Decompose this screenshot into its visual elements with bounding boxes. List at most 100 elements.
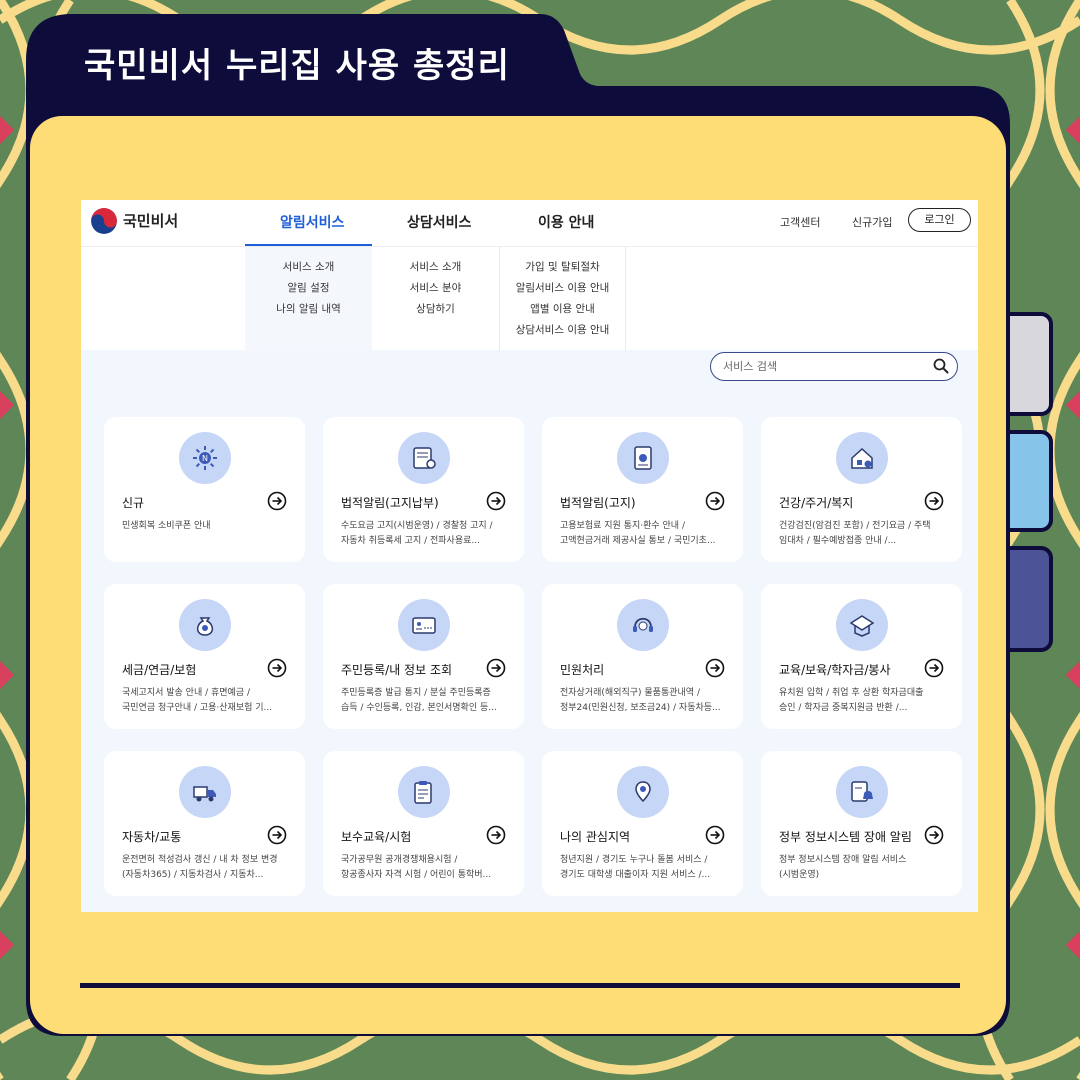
card-description-line: 고용보험료 지원 통지·환수 안내 / bbox=[560, 521, 685, 531]
arrow-right-circle-icon[interactable] bbox=[486, 825, 506, 845]
service-card[interactable]: 건강/주거/복지건강검진(암검진 포함) / 전기요금 / 주택임대차 / 필수… bbox=[761, 417, 962, 562]
arrow-right-circle-icon[interactable] bbox=[486, 491, 506, 511]
nav-alarm-service[interactable]: 알림서비스 bbox=[280, 212, 344, 232]
card-title: 자동차/교통 bbox=[122, 830, 182, 844]
nav-usage-guide[interactable]: 이용 안내 bbox=[538, 212, 594, 232]
card-title: 보수교육/시험 bbox=[341, 830, 412, 844]
bill-pay-icon bbox=[398, 432, 450, 484]
card-description: 국가공무원 공개경쟁채용시험 / 항공종사자 자격 시험 / 어린이 통학버... bbox=[341, 853, 511, 883]
logo-text[interactable]: 국민비서 bbox=[123, 210, 178, 231]
id-card-icon bbox=[398, 599, 450, 651]
service-card[interactable]: 세금/연금/보험국세고지서 발송 안내 / 휴면예금 / 국민연금 청구안내 / … bbox=[104, 584, 305, 729]
card-title: 민원처리 bbox=[560, 663, 605, 677]
page-title: 국민비서 누리집 사용 총정리 bbox=[84, 46, 510, 86]
top-nav: 국민비서 알림서비스 상담서비스 이용 안내 고객센터 신규가입 로그인 bbox=[81, 200, 978, 247]
card-title: 건강/주거/복지 bbox=[779, 496, 854, 510]
truck-icon bbox=[179, 766, 231, 818]
card-description-line: 국민연금 청구안내 / 고용·산재보험 기... bbox=[122, 703, 273, 713]
card-title: 교육/보육/학자금/봉사 bbox=[779, 663, 891, 677]
menu-item[interactable]: 상담서비스 이용 안내 bbox=[516, 322, 610, 338]
arrow-right-circle-icon[interactable] bbox=[486, 658, 506, 678]
search-box bbox=[710, 352, 958, 381]
signup-link[interactable]: 신규가입 bbox=[852, 214, 892, 230]
service-card[interactable]: 법적알림(고지) 고용보험료 지원 통지·환수 안내 / 고액현금거래 제공사실 통… bbox=[542, 417, 743, 562]
customer-center-link[interactable]: 고객센터 bbox=[780, 214, 820, 230]
service-card[interactable]: 자동차/교통운전면허 적성검사 갱신 / 내 차 정보 변경 (자동차365) /… bbox=[104, 751, 305, 896]
card-description-line: 정부 정보시스템 장애 알림 서비스 bbox=[779, 855, 907, 865]
menu-item[interactable]: 서비스 분야 bbox=[410, 280, 462, 296]
menu-item[interactable]: 앱별 이용 안내 bbox=[530, 301, 595, 317]
card-title: 세금/연금/보험 bbox=[122, 663, 197, 677]
nav-consult-service[interactable]: 상담서비스 bbox=[407, 212, 471, 232]
arrow-right-circle-icon[interactable] bbox=[267, 825, 287, 845]
taegeuk-logo-icon[interactable] bbox=[91, 208, 117, 234]
menu-col-consult: 서비스 소개 서비스 분야 상담하기 bbox=[372, 247, 500, 351]
service-card[interactable]: 주민등록/내 정보 조회주민등록증 발급 통지 / 분실 주민등록증 습득 / 수… bbox=[323, 584, 524, 729]
card-description-line: (자동차365) / 지동차검사 / 지동차... bbox=[122, 870, 264, 880]
service-card[interactable]: 보수교육/시험국가공무원 공개경쟁채용시험 / 항공종사자 자격 시험 / 어린이… bbox=[323, 751, 524, 896]
house-welfare-icon bbox=[836, 432, 888, 484]
card-title: 나의 관심지역 bbox=[560, 830, 631, 844]
arrow-right-circle-icon[interactable] bbox=[924, 825, 944, 845]
service-card[interactable]: 민원처리전자상거래(해외직구) 물품통관내역 / 정부24(민원신청, 보조금24… bbox=[542, 584, 743, 729]
card-description-line: 전자상거래(해외직구) 물품통관내역 / bbox=[560, 688, 700, 698]
card-description-line: 임대차 / 필수예방접종 안내 /... bbox=[779, 536, 897, 546]
menu-item[interactable]: 서비스 소개 bbox=[410, 259, 462, 275]
service-card[interactable]: 정부 정보시스템 장애 알림정부 정보시스템 장애 알림 서비스 (시범운영) bbox=[761, 751, 962, 896]
money-bag-icon bbox=[179, 599, 231, 651]
card-description-line: 건강검진(암검진 포함) / 전기요금 / 주택 bbox=[779, 521, 931, 531]
divider-line bbox=[80, 983, 960, 988]
menu-item[interactable]: 가입 및 탈퇴절차 bbox=[525, 259, 599, 275]
card-description-line: 승인 / 학자금 중복지원금 반환 /... bbox=[779, 703, 908, 713]
system-alert-icon bbox=[836, 766, 888, 818]
arrow-right-circle-icon[interactable] bbox=[705, 491, 725, 511]
menu-item[interactable]: 알림 설정 bbox=[288, 280, 330, 296]
education-icon bbox=[836, 599, 888, 651]
card-title: 정부 정보시스템 장애 알림 bbox=[779, 830, 912, 844]
menu-item[interactable]: 상담하기 bbox=[416, 301, 455, 317]
card-description: 고용보험료 지원 통지·환수 안내 / 고액현금거래 제공사실 통보 / 국민기초… bbox=[560, 519, 730, 549]
legal-notice-icon bbox=[617, 432, 669, 484]
card-description-line: 경기도 대학생 대출이자 지원 서비스 /... bbox=[560, 870, 711, 880]
card-description-line: 유치원 입학 / 취업 후 상환 학자금대출 bbox=[779, 688, 924, 698]
menu-item[interactable]: 알림서비스 이용 안내 bbox=[516, 280, 610, 296]
arrow-right-circle-icon[interactable] bbox=[705, 658, 725, 678]
card-description: 국세고지서 발송 안내 / 휴면예금 / 국민연금 청구안내 / 고용·산재보험 … bbox=[122, 686, 292, 716]
menu-item[interactable]: 서비스 소개 bbox=[283, 259, 335, 275]
search-input[interactable] bbox=[723, 358, 923, 375]
card-description-line: 수도요금 고지(시범운영) / 경찰청 고지 / bbox=[341, 521, 493, 531]
card-title: 법적알림(고지) bbox=[560, 496, 636, 510]
arrow-right-circle-icon[interactable] bbox=[267, 658, 287, 678]
arrow-right-circle-icon[interactable] bbox=[267, 491, 287, 511]
arrow-right-circle-icon[interactable] bbox=[705, 825, 725, 845]
card-description-line: (시범운영) bbox=[779, 870, 820, 880]
card-description: 유치원 입학 / 취업 후 상환 학자금대출승인 / 학자금 중복지원금 반환 … bbox=[779, 686, 949, 716]
card-description: 전자상거래(해외직구) 물품통관내역 / 정부24(민원신청, 보조금24) / … bbox=[560, 686, 730, 716]
menu-item[interactable]: 나의 알림 내역 bbox=[276, 301, 341, 317]
card-description: 청년지원 / 경기도 누구나 돌봄 서비스 / 경기도 대학생 대출이자 지원 서… bbox=[560, 853, 730, 883]
card-description-line: 정부24(민원신청, 보조금24) / 자동차등... bbox=[560, 703, 721, 713]
svg-text:N: N bbox=[202, 454, 208, 463]
search-icon[interactable] bbox=[933, 358, 949, 374]
service-card[interactable]: N 신규민생회복 소비쿠폰 안내 bbox=[104, 417, 305, 562]
card-description-line: 항공종사자 자격 시험 / 어린이 통학버... bbox=[341, 870, 492, 880]
card-description-line: 민생회복 소비쿠폰 안내 bbox=[122, 521, 211, 531]
arrow-right-circle-icon[interactable] bbox=[924, 658, 944, 678]
login-button[interactable]: 로그인 bbox=[908, 208, 971, 232]
website-screenshot: 국민비서 알림서비스 상담서비스 이용 안내 고객센터 신규가입 로그인 서비스… bbox=[81, 200, 978, 912]
new-badge-icon: N bbox=[179, 432, 231, 484]
location-map-icon bbox=[617, 766, 669, 818]
card-description: 건강검진(암검진 포함) / 전기요금 / 주택임대차 / 필수예방접종 안내 … bbox=[779, 519, 949, 549]
card-title: 주민등록/내 정보 조회 bbox=[341, 663, 453, 677]
service-card[interactable]: 교육/보육/학자금/봉사유치원 입학 / 취업 후 상환 학자금대출승인 / 학… bbox=[761, 584, 962, 729]
service-card[interactable]: 나의 관심지역청년지원 / 경기도 누구나 돌봄 서비스 / 경기도 대학생 대출… bbox=[542, 751, 743, 896]
menu-col-guide: 가입 및 탈퇴절차 알림서비스 이용 안내 앱별 이용 안내 상담서비스 이용 … bbox=[500, 247, 626, 351]
menu-col-alarm: 서비스 소개 알림 설정 나의 알림 내역 bbox=[245, 247, 372, 351]
clipboard-exam-icon bbox=[398, 766, 450, 818]
arrow-right-circle-icon[interactable] bbox=[924, 491, 944, 511]
service-card[interactable]: 법적알림(고지납부) 수도요금 고지(시범운영) / 경찰청 고지 / 자동차 취등… bbox=[323, 417, 524, 562]
card-description: 운전면허 적성검사 갱신 / 내 차 정보 변경 (자동차365) / 지동차검사… bbox=[122, 853, 292, 883]
card-title: 신규 bbox=[122, 496, 145, 510]
card-description: 주민등록증 발급 통지 / 분실 주민등록증 습득 / 수인등록, 인감, 본인서… bbox=[341, 686, 511, 716]
card-description-line: 주민등록증 발급 통지 / 분실 주민등록증 bbox=[341, 688, 491, 698]
